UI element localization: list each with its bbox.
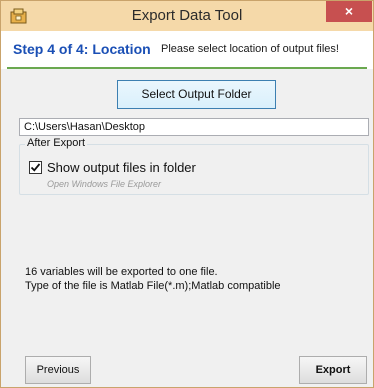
show-output-files-checkbox[interactable]: [29, 161, 42, 174]
checkmark-icon: [30, 163, 41, 172]
export-data-tool-window: Export Data Tool × Step 4 of 4: Location…: [0, 0, 374, 388]
previous-button[interactable]: Previous: [25, 356, 91, 384]
close-button[interactable]: ×: [326, 1, 372, 22]
show-output-files-hint: Open Windows File Explorer: [47, 179, 161, 189]
header-divider: [7, 67, 367, 69]
close-icon: ×: [344, 3, 354, 19]
export-button[interactable]: Export: [299, 356, 367, 384]
after-export-group-label: After Export: [25, 137, 88, 149]
export-summary-filetype: Type of the file is Matlab File(*.m);Mat…: [25, 280, 281, 292]
window-title: Export Data Tool: [131, 7, 243, 24]
step-description: Please select location of output files!: [161, 43, 339, 55]
select-output-folder-button[interactable]: Select Output Folder: [117, 80, 276, 109]
export-summary-count: 16 variables will be exported to one fil…: [25, 266, 218, 278]
output-path-field[interactable]: [19, 118, 369, 136]
step-title: Step 4 of 4: Location: [13, 41, 151, 57]
show-output-files-label: Show output files in folder: [47, 160, 196, 175]
